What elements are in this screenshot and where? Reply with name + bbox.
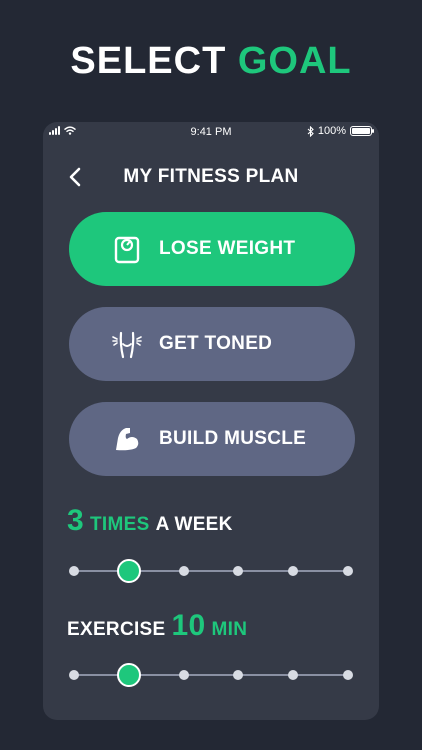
slider-stop[interactable]	[233, 566, 244, 576]
slider-stop[interactable]	[288, 670, 299, 680]
page-title: MY FITNESS PLAN	[123, 166, 299, 187]
goal-label: GET TONED	[159, 333, 273, 354]
body-toned-icon	[112, 331, 142, 359]
battery-percent: 100%	[317, 125, 346, 137]
frequency-label: 3 TIMES A WEEK	[67, 504, 233, 538]
slider-stop[interactable]	[343, 566, 353, 576]
duration-label: EXERCISE 10 MIN	[67, 609, 247, 643]
frequency-suffix: A WEEK	[155, 514, 233, 535]
goal-label: BUILD MUSCLE	[159, 428, 307, 449]
duration-value: 10	[171, 609, 206, 642]
slider-track[interactable]	[74, 570, 348, 572]
phone-screen: 9:41 PM 100% MY FITNESS PLAN LOSE WEIGHT	[43, 122, 379, 720]
slider-stop[interactable]	[69, 670, 79, 680]
slider-track[interactable]	[74, 674, 348, 676]
goal-build-muscle-button[interactable]: BUILD MUSCLE	[69, 402, 355, 476]
headline-goal: GOAL	[237, 40, 352, 82]
headline: SELECT GOAL	[0, 40, 422, 83]
slider-stop[interactable]	[233, 670, 244, 680]
battery-icon	[350, 126, 374, 136]
bluetooth-icon	[307, 125, 314, 137]
goal-get-toned-button[interactable]: GET TONED	[69, 307, 355, 381]
frequency-slider[interactable]	[69, 556, 353, 586]
goal-label: LOSE WEIGHT	[159, 238, 296, 259]
duration-prefix: EXERCISE	[67, 619, 166, 640]
slider-stop[interactable]	[288, 566, 299, 576]
duration-slider[interactable]	[69, 660, 353, 690]
goal-lose-weight-button[interactable]: LOSE WEIGHT	[69, 212, 355, 286]
frequency-value: 3	[67, 504, 84, 537]
slider-stop[interactable]	[69, 566, 79, 576]
slider-stop[interactable]	[343, 670, 353, 680]
slider-stop[interactable]	[178, 670, 189, 680]
headline-select: SELECT	[70, 40, 227, 82]
slider-knob[interactable]	[116, 559, 141, 583]
slider-knob[interactable]	[116, 663, 141, 687]
status-bar: 9:41 PM 100%	[43, 122, 379, 142]
slider-stop[interactable]	[178, 566, 189, 576]
scale-icon	[114, 236, 140, 264]
duration-unit: MIN	[211, 619, 248, 640]
frequency-unit: TIMES	[90, 514, 150, 535]
flexed-bicep-icon	[116, 428, 139, 451]
